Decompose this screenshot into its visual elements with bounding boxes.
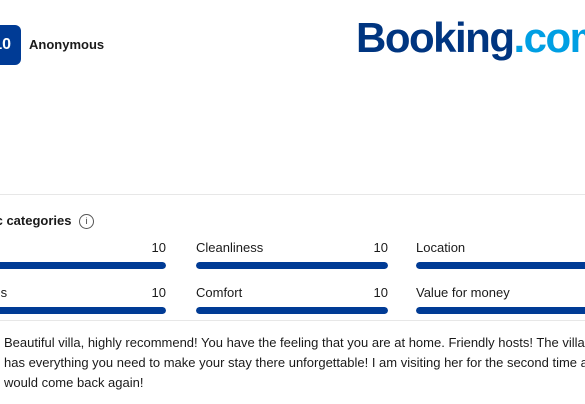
category-score: 10 — [151, 285, 166, 300]
review-score-badge: 10 — [0, 25, 21, 65]
category-bar-fill — [196, 262, 388, 269]
category-score: 10 — [373, 240, 388, 255]
category-bar-fill — [0, 307, 166, 314]
category-label: ities — [0, 285, 8, 300]
reviewer-name: Anonymous — [29, 37, 105, 52]
info-icon[interactable]: i — [79, 214, 95, 230]
logo-com: com — [523, 14, 585, 61]
review-text: Beautiful villa, highly recommend! You h… — [4, 335, 585, 390]
category-bar — [196, 262, 388, 269]
categories-heading: ic categories i — [0, 213, 95, 230]
category-label: Value for money — [416, 285, 510, 300]
category-score: 10 — [373, 285, 388, 300]
category-bar — [0, 262, 166, 269]
category-bar — [416, 307, 585, 314]
categories-title: ic categories — [0, 213, 72, 228]
category-score: 10 — [151, 240, 166, 255]
category-label: Location — [416, 240, 466, 255]
category-label: Comfort — [196, 285, 243, 300]
booking-logo[interactable]: Booking.com — [356, 17, 585, 59]
category-bar — [416, 262, 585, 269]
section-divider-bottom — [0, 320, 585, 321]
category-bar-fill — [196, 307, 388, 314]
category-bar — [196, 307, 388, 314]
category-bar-fill — [0, 262, 166, 269]
category-label: Cleanliness — [196, 240, 264, 255]
logo-main: Booking — [356, 14, 515, 61]
category-bar-fill — [416, 307, 585, 314]
category-bar — [0, 307, 166, 314]
section-divider-top — [0, 194, 585, 195]
category-bar-fill — [416, 262, 585, 269]
logo-dot: . — [513, 14, 525, 61]
